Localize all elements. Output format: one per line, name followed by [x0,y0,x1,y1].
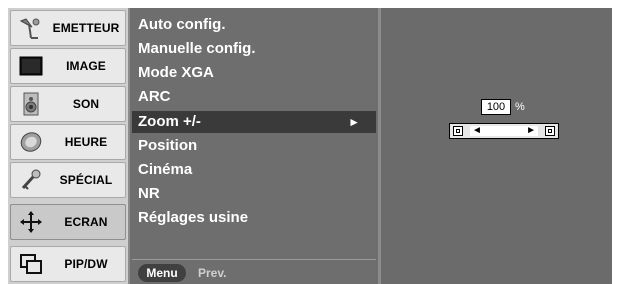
antenna-icon [17,16,45,40]
speaker-icon [17,92,45,116]
key-icon [17,168,45,192]
menu-item-position[interactable]: Position [136,135,374,157]
screen-icon [17,54,45,78]
ecran-menu: Auto config. Manuelle config. Mode XGA A… [128,8,380,284]
menu-item-nr[interactable]: NR [136,183,374,205]
category-pip-dw[interactable]: PIP/DW [10,246,126,282]
zoom-value-box: 100 [481,99,511,115]
right-arrow-icon: ► [526,125,536,136]
category-label: PIP/DW [64,257,108,271]
menu-item-cinema[interactable]: Cinéma [136,159,374,181]
category-son[interactable]: SON [10,86,126,122]
adjustment-panel: 100 % ◄ ► [380,8,612,284]
category-column: EMETTEUR IMAGE SON HEURE SPÉCIAL ECRAN P… [8,8,128,284]
menu-divider [132,259,376,260]
category-label: IMAGE [66,59,106,73]
category-special[interactable]: SPÉCIAL [10,162,126,198]
menu-item-mode-xga[interactable]: Mode XGA [136,62,374,84]
category-label: ECRAN [64,215,108,229]
osd-menu: EMETTEUR IMAGE SON HEURE SPÉCIAL ECRAN P… [8,8,612,284]
category-label: SPÉCIAL [59,173,113,187]
move-arrows-icon [17,210,45,234]
category-ecran[interactable]: ECRAN [10,204,126,240]
zoom-slider[interactable]: ◄ ► [449,123,559,139]
menu-item-arc[interactable]: ARC [136,86,374,108]
category-image[interactable]: IMAGE [10,48,126,84]
category-label: SON [72,97,100,111]
zoom-out-icon [453,126,463,136]
menu-item-zoom[interactable]: Zoom +/- ► [132,111,376,133]
category-label: HEURE [64,135,108,149]
menu-item-manuelle-config[interactable]: Manuelle config. [136,38,374,60]
left-arrow-icon: ◄ [472,125,482,136]
menu-item-label: Zoom +/- [138,113,201,130]
zoom-unit-label: % [515,101,525,113]
category-heure[interactable]: HEURE [10,124,126,160]
clock-icon [17,130,45,154]
menu-item-reglages-usine[interactable]: Réglages usine [136,207,374,229]
category-emetteur[interactable]: EMETTEUR [10,10,126,46]
prev-label[interactable]: Prev. [198,264,226,282]
menu-button[interactable]: Menu [138,264,186,282]
menu-item-auto-config[interactable]: Auto config. [136,14,374,36]
submenu-arrow-icon: ► [348,115,360,129]
pip-icon [17,252,45,276]
category-label: EMETTEUR [52,21,120,35]
zoom-in-icon [545,126,555,136]
